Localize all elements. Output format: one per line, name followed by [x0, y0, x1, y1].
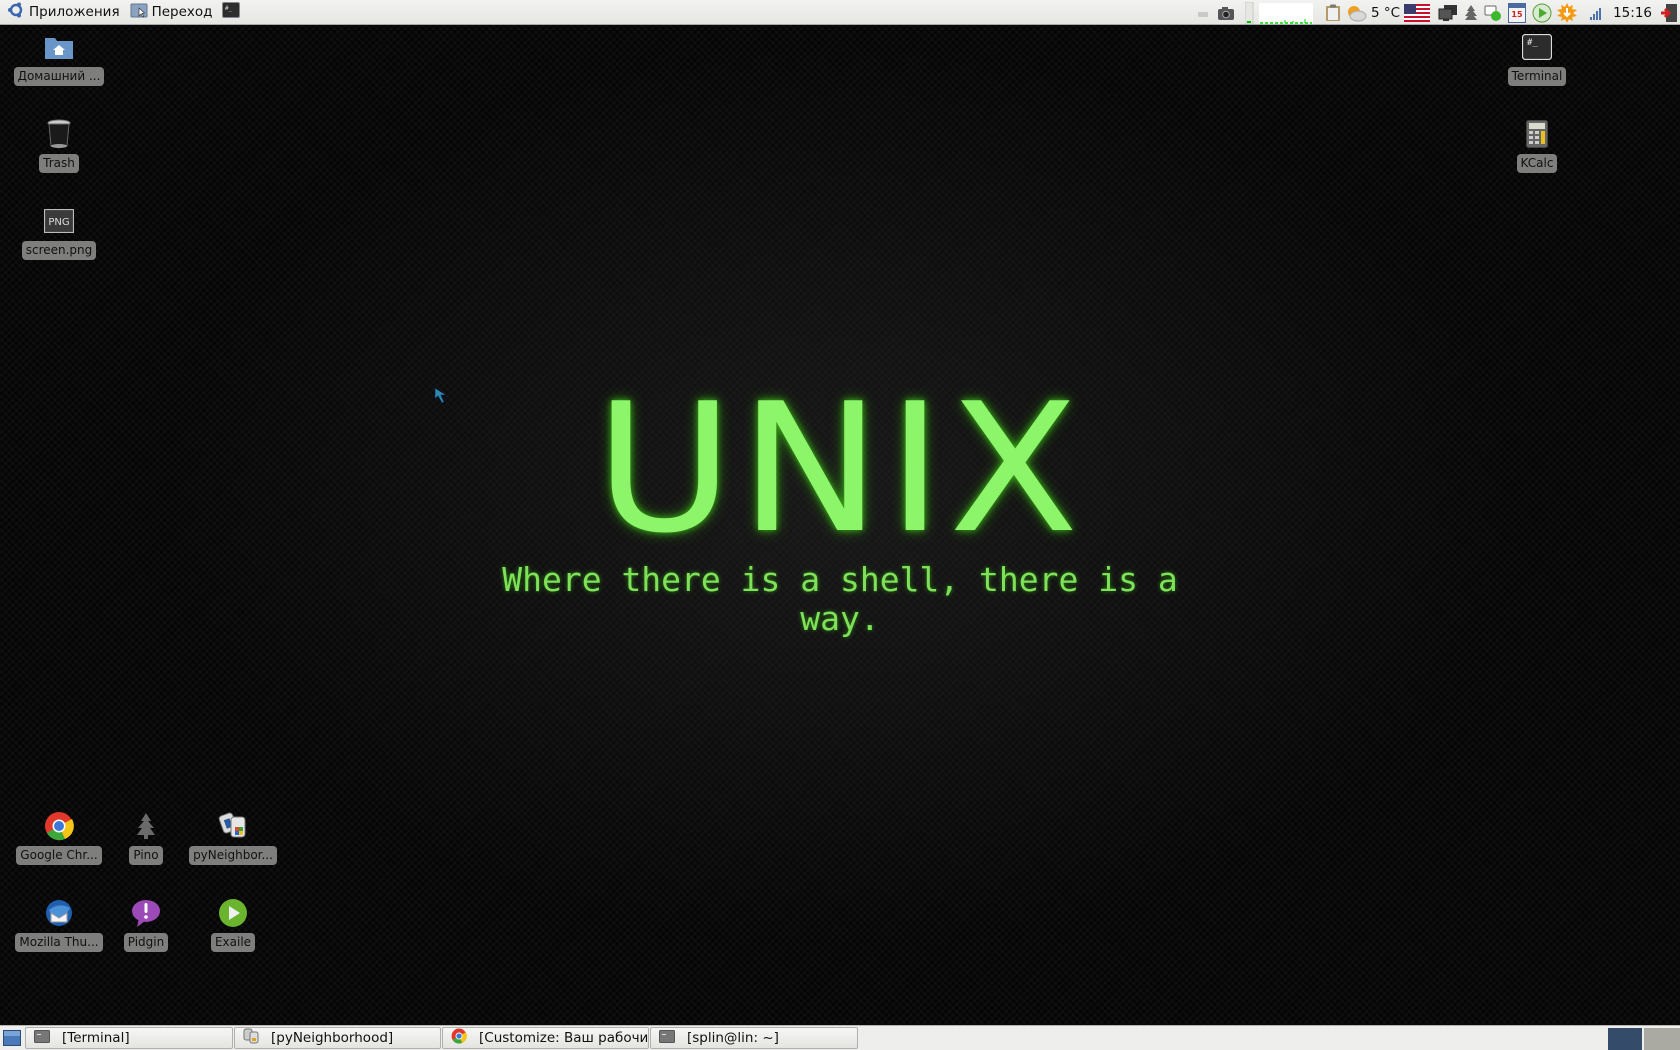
applications-menu-icon — [7, 1, 25, 23]
wallpaper-tagline: Where there is a shell, there is a way. — [502, 560, 1178, 638]
eject-icon[interactable] — [1197, 0, 1209, 25]
pyneighborhood-icon — [217, 810, 249, 842]
cpu-graph-monitor[interactable] — [1245, 0, 1315, 25]
wallpaper-title: UNIX — [595, 365, 1085, 572]
wifi-signal-icon[interactable] — [1589, 0, 1605, 25]
desktop-icon-exaile[interactable]: Exaile — [190, 897, 276, 952]
mouse-cursor-icon — [434, 387, 450, 409]
taskbar-item-terminal[interactable]: [Terminal] — [25, 1027, 233, 1049]
terminal-icon — [659, 1029, 675, 1047]
desktop-icon-screen-png[interactable]: PNG screen.png — [16, 205, 102, 260]
taskbar: [Terminal] [pyNeighborhood] [Customize: … — [0, 1025, 1680, 1050]
desktop-icon-google-chrome[interactable]: Google Chr... — [16, 810, 102, 865]
applications-menu[interactable]: Приложения — [4, 0, 123, 25]
taskbar-item-pyneighborhood[interactable]: [pyNeighborhood] — [234, 1027, 441, 1049]
places-menu-label: Переход — [151, 4, 213, 20]
pino-tree-icon[interactable] — [1464, 0, 1478, 25]
desktop-icon-label: screen.png — [21, 241, 97, 260]
desktop-icon-label: Terminal — [1507, 67, 1567, 86]
chrome-icon — [43, 810, 75, 842]
desktop-icon-label: Mozilla Thu... — [15, 933, 103, 952]
network-connection-icon[interactable] — [1438, 0, 1458, 25]
calculator-icon — [1521, 118, 1553, 150]
desktop-icon-kcalc[interactable]: KCalc — [1494, 118, 1580, 173]
clipboard-icon[interactable] — [1325, 0, 1341, 25]
taskbar-item-chrome[interactable]: [Customize: Ваш рабочий... — [442, 1027, 649, 1049]
weather-temperature[interactable]: 5 °C — [1371, 0, 1400, 25]
pyneighborhood-icon — [243, 1028, 259, 1048]
taskbar-item-label: [pyNeighborhood] — [271, 1030, 394, 1046]
desktop-icon-label: Pidgin — [123, 933, 169, 952]
chat-status-icon[interactable] — [1484, 0, 1502, 25]
terminal-icon — [34, 1029, 50, 1047]
desktop-icon-home[interactable]: Домашний ... — [13, 31, 105, 86]
trash-icon — [43, 118, 75, 150]
desktop-icon-label: Pino — [129, 846, 163, 865]
desktop-icon-label: Домашний ... — [13, 67, 105, 86]
pidgin-icon — [130, 897, 162, 929]
desktop-icon-label: Exaile — [210, 933, 256, 952]
desktop-icon-trash[interactable]: Trash — [16, 118, 102, 173]
us-flag-keyboard-layout-icon[interactable] — [1404, 0, 1431, 25]
desktop-icon-pyneighborhood[interactable]: pyNeighbor... — [189, 810, 277, 865]
taskbar-item-label: [Customize: Ваш рабочий... — [479, 1030, 649, 1046]
terminal-icon: #_ — [1521, 31, 1553, 63]
desktop-icon-label: Google Chr... — [16, 846, 102, 865]
logout-icon[interactable] — [1660, 0, 1678, 25]
pino-tree-icon — [130, 810, 162, 842]
taskbar-item-label: [Terminal] — [62, 1030, 130, 1046]
desktop-icon-label: pyNeighbor... — [189, 846, 277, 865]
terminal-launcher[interactable]: #_ — [219, 0, 243, 25]
desktop-icon-label: Trash — [39, 154, 79, 173]
thunderbird-icon — [43, 897, 75, 929]
svg-text:PNG: PNG — [48, 217, 69, 228]
desktop-icon-pino[interactable]: Pino — [103, 810, 189, 865]
places-menu[interactable]: Переход — [127, 0, 216, 25]
desktop-icon-label: KCalc — [1516, 154, 1558, 173]
taskbar-item-label: [splin@lin: ~] — [687, 1030, 779, 1046]
desktop-icon-pidgin[interactable]: Pidgin — [103, 897, 189, 952]
weather-icon[interactable] — [1345, 0, 1367, 25]
calendar-icon[interactable]: 15 — [1508, 0, 1527, 25]
terminal-launcher-icon: #_ — [221, 2, 240, 22]
desktop[interactable]: UNIX Where there is a shell, there is a … — [0, 25, 1680, 1025]
update-notifier-icon[interactable] — [1557, 0, 1578, 25]
screenshot-camera-icon[interactable] — [1217, 0, 1235, 25]
applications-menu-label: Приложения — [29, 4, 120, 20]
exaile-play-icon[interactable] — [1532, 0, 1552, 25]
home-folder-icon — [43, 31, 75, 63]
exaile-icon — [217, 897, 249, 929]
system-tray: 5 °C 15 15:16 — [1195, 0, 1680, 25]
svg-text:#_: #_ — [225, 5, 233, 12]
taskbar-item-splin-terminal[interactable]: [splin@lin: ~] — [650, 1027, 858, 1049]
workspace-2-button[interactable] — [1644, 1028, 1680, 1050]
chrome-icon — [451, 1028, 467, 1048]
clock[interactable]: 15:16 — [1613, 0, 1652, 25]
png-file-icon: PNG — [43, 205, 75, 237]
svg-text:#_: #_ — [1527, 38, 1538, 48]
svg-text:15: 15 — [1512, 10, 1524, 19]
places-folder-icon — [130, 1, 148, 23]
desktop-icon-mozilla-thunderbird[interactable]: Mozilla Thu... — [15, 897, 103, 952]
workspace-1-button[interactable] — [1608, 1028, 1642, 1050]
top-panel: Приложения Переход #_ 5 °C 15 15:16 — [0, 0, 1680, 25]
desktop-icon-terminal[interactable]: #_ Terminal — [1494, 31, 1580, 86]
show-desktop-icon[interactable] — [3, 1030, 21, 1046]
